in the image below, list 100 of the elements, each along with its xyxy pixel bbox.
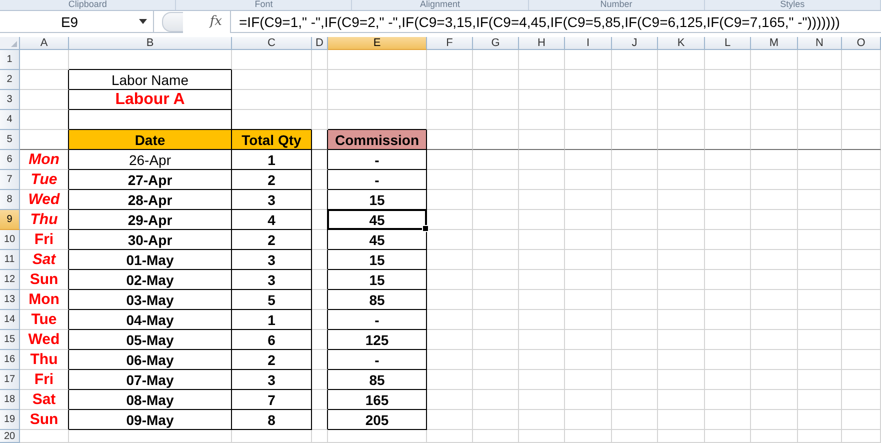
insert-function-button[interactable]: fx xyxy=(183,10,231,32)
table-cell: 165 xyxy=(328,390,427,410)
column-header[interactable]: G xyxy=(473,37,519,50)
empty-cell xyxy=(612,210,658,230)
row-header[interactable]: 10 xyxy=(0,230,20,250)
table-cell: Fri xyxy=(20,230,69,250)
empty-cell xyxy=(612,150,658,170)
caret-icon[interactable] xyxy=(139,19,147,24)
name-box[interactable]: E9 xyxy=(0,10,154,32)
empty-cell xyxy=(473,50,519,70)
column-header[interactable]: F xyxy=(427,37,473,50)
row-header[interactable]: 6 xyxy=(0,150,20,170)
table-cell: - xyxy=(328,310,427,330)
row-header[interactable]: 7 xyxy=(0,170,20,190)
empty-cell xyxy=(473,270,519,290)
row-header[interactable]: 8 xyxy=(0,190,20,210)
table-cell: 2 xyxy=(232,350,312,370)
row-header[interactable]: 12 xyxy=(0,270,20,290)
empty-cell xyxy=(798,250,842,270)
empty-cell xyxy=(519,90,565,110)
empty-cell xyxy=(751,370,798,390)
empty-cell xyxy=(427,250,473,270)
empty-cell xyxy=(612,170,658,190)
table-cell: - xyxy=(328,150,427,170)
table-cell: Tue xyxy=(20,310,69,330)
column-header[interactable]: I xyxy=(565,37,612,50)
column-header[interactable]: O xyxy=(842,37,881,50)
empty-cell xyxy=(427,370,473,390)
row-header[interactable]: 16 xyxy=(0,350,20,370)
table-cell: 85 xyxy=(328,370,427,390)
empty-cell xyxy=(751,70,798,90)
empty-cell xyxy=(312,230,328,250)
table-cell: 4 xyxy=(232,210,312,230)
empty-cell xyxy=(658,350,705,370)
empty-cell xyxy=(519,310,565,330)
empty-cell xyxy=(312,250,328,270)
row-header[interactable]: 4 xyxy=(0,110,20,130)
empty-cell xyxy=(705,150,751,170)
row-header[interactable]: 15 xyxy=(0,330,20,350)
row-header[interactable]: 18 xyxy=(0,390,20,410)
column-header[interactable]: H xyxy=(519,37,565,50)
row-header[interactable]: 2 xyxy=(0,70,20,90)
empty-cell xyxy=(312,330,328,350)
column-header[interactable]: L xyxy=(705,37,751,50)
empty-cell xyxy=(312,90,328,110)
column-header[interactable]: N xyxy=(798,37,842,50)
column-header[interactable]: E xyxy=(328,37,427,50)
row-header[interactable]: 19 xyxy=(0,410,20,430)
empty-cell xyxy=(427,270,473,290)
empty-cell xyxy=(473,410,519,430)
empty-cell xyxy=(705,230,751,250)
empty-cell xyxy=(751,250,798,270)
column-header[interactable]: M xyxy=(751,37,798,50)
empty-cell xyxy=(658,170,705,190)
column-header[interactable]: B xyxy=(69,37,232,50)
row-header[interactable]: 9 xyxy=(0,210,20,230)
empty-cell xyxy=(312,290,328,310)
empty-cell xyxy=(658,390,705,410)
row-header[interactable]: 20 xyxy=(0,430,20,443)
row-header[interactable]: 17 xyxy=(0,370,20,390)
table-cell: 3 xyxy=(232,250,312,270)
formula-field[interactable]: =IF(C9=1," -",IF(C9=2," -",IF(C9=3,15,IF(C9=4,45,IF(C9=5,85,IF(C9=6,125,IF(C9=7,165," -"))))))) xyxy=(231,14,881,30)
empty-cell xyxy=(519,230,565,250)
empty-cell xyxy=(427,210,473,230)
empty-cell xyxy=(312,370,328,390)
table-cell: 06-May xyxy=(69,350,232,370)
table-cell: 02-May xyxy=(69,270,232,290)
table-cell: 205 xyxy=(328,410,427,430)
empty-cell xyxy=(798,370,842,390)
table-cell: Labor Name xyxy=(69,70,232,90)
empty-cell xyxy=(658,370,705,390)
row-header[interactable]: 5 xyxy=(0,130,20,150)
empty-cell xyxy=(473,230,519,250)
empty-cell xyxy=(612,330,658,350)
column-header[interactable]: K xyxy=(658,37,705,50)
empty-cell xyxy=(705,50,751,70)
empty-cell xyxy=(612,310,658,330)
row-header[interactable]: 14 xyxy=(0,310,20,330)
empty-cell xyxy=(612,430,658,443)
empty-cell xyxy=(519,130,565,150)
empty-cell xyxy=(658,90,705,110)
row-header[interactable]: 3 xyxy=(0,90,20,110)
empty-cell xyxy=(751,410,798,430)
empty-cell xyxy=(312,410,328,430)
empty-cell xyxy=(798,410,842,430)
row-header[interactable]: 1 xyxy=(0,50,20,70)
row-header[interactable]: 13 xyxy=(0,290,20,310)
empty-cell xyxy=(842,390,881,410)
splitter-grip-icon[interactable] xyxy=(162,12,183,32)
empty-cell xyxy=(473,190,519,210)
column-header[interactable]: A xyxy=(20,37,69,50)
fill-handle[interactable] xyxy=(422,225,429,232)
empty-cell xyxy=(798,110,842,130)
column-header[interactable]: D xyxy=(312,37,328,50)
empty-cell xyxy=(705,70,751,90)
row-header[interactable]: 11 xyxy=(0,250,20,270)
column-header[interactable]: C xyxy=(232,37,312,50)
column-header[interactable]: J xyxy=(612,37,658,50)
empty-cell xyxy=(751,230,798,250)
empty-cell xyxy=(798,230,842,250)
